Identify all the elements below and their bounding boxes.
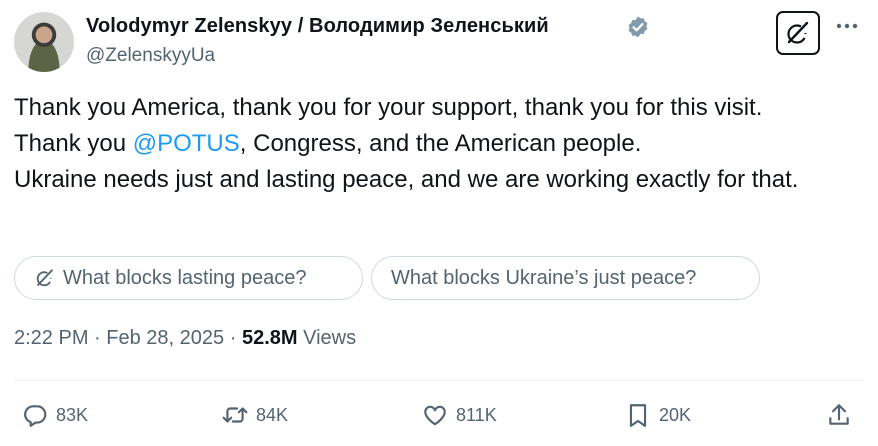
reply-button[interactable]: 83K bbox=[22, 400, 88, 430]
author-handle[interactable]: @ZelenskyyUa bbox=[86, 45, 215, 67]
grok-icon bbox=[36, 269, 53, 287]
like-count: 811K bbox=[456, 404, 497, 425]
suggestion-chip-2[interactable]: What blocks Ukraine’s just peace? bbox=[371, 256, 760, 300]
divider bbox=[14, 380, 864, 381]
bookmark-count: 20K bbox=[659, 404, 692, 425]
grok-button[interactable] bbox=[776, 11, 820, 55]
tweet-meta: 2:22 PM · Feb 28, 2025 · 52.8M Views bbox=[14, 327, 356, 350]
views-label: Views bbox=[303, 327, 357, 349]
suggestion-chip-1-label: What blocks lasting peace? bbox=[63, 266, 307, 289]
repost-button[interactable]: 84K bbox=[222, 400, 288, 430]
tweet-line-2-start: Thank you bbox=[14, 130, 133, 157]
suggestion-chip-2-label: What blocks Ukraine’s just peace? bbox=[391, 266, 697, 289]
meta-separator: · bbox=[94, 327, 101, 349]
reply-icon bbox=[24, 405, 47, 427]
share-button[interactable] bbox=[826, 400, 860, 430]
meta-separator: · bbox=[229, 327, 237, 349]
verified-badge-icon[interactable] bbox=[626, 15, 650, 39]
bookmark-icon bbox=[629, 404, 647, 427]
reply-count: 83K bbox=[56, 404, 89, 425]
bookmark-button[interactable]: 20K bbox=[625, 400, 691, 430]
suggestion-chip-1[interactable]: What blocks lasting peace? bbox=[14, 256, 363, 300]
heart-icon bbox=[424, 405, 446, 426]
repost-icon bbox=[222, 407, 248, 423]
like-button[interactable]: 811K bbox=[422, 400, 497, 430]
views-count: 52.8M bbox=[241, 327, 298, 349]
tweet-body: Thank you America, thank you for your su… bbox=[14, 90, 864, 198]
repost-count: 84K bbox=[256, 404, 289, 425]
grok-icon bbox=[787, 21, 809, 44]
tweet-line-2-end: , Congress, and the American people. bbox=[239, 130, 642, 157]
tweet-line-1: Thank you America, thank you for your su… bbox=[14, 94, 763, 121]
author-display-name[interactable]: Volodymyr Zelenskyy / Володимир Зеленськ… bbox=[86, 15, 549, 38]
share-icon bbox=[829, 404, 849, 425]
tweet-time[interactable]: 2:22 PM bbox=[14, 327, 88, 349]
mention-link[interactable]: @POTUS bbox=[133, 130, 240, 157]
tweet-date[interactable]: Feb 28, 2025 bbox=[106, 327, 224, 349]
more-icon bbox=[836, 23, 858, 29]
avatar[interactable] bbox=[14, 12, 74, 72]
tweet-line-3: Ukraine needs just and lasting peace, an… bbox=[14, 166, 799, 193]
tweet-line-2: Thank you @POTUS, Congress, and the Amer… bbox=[14, 126, 864, 162]
more-options-button[interactable] bbox=[833, 12, 861, 40]
